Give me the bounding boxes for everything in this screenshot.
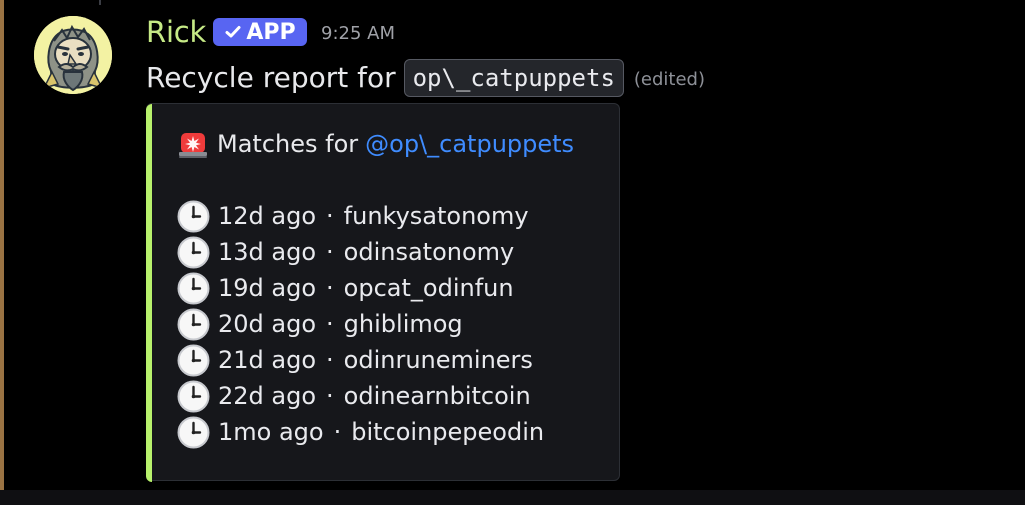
match-separator: · xyxy=(326,238,334,266)
match-separator: · xyxy=(326,202,334,230)
match-name: odinsatonomy xyxy=(343,238,515,266)
match-row: 21d ago · odinruneminers xyxy=(176,342,606,378)
match-row: 20d ago · ghiblimog xyxy=(176,306,606,342)
embed-title: Matches for @op\_catpuppets xyxy=(176,127,574,161)
clock-icon xyxy=(176,271,211,306)
left-rail xyxy=(0,0,4,490)
match-row: 13d ago · odinsatonomy xyxy=(176,234,606,270)
match-row: 19d ago · opcat_odinfun xyxy=(176,270,606,306)
embed-accent-bar xyxy=(146,104,152,482)
clock-icon xyxy=(176,379,211,414)
user-mention[interactable]: @op\_catpuppets xyxy=(365,127,574,161)
match-separator: · xyxy=(333,418,342,446)
username[interactable]: Rick xyxy=(146,13,206,51)
match-age: 13d ago xyxy=(218,238,317,266)
match-separator: · xyxy=(326,310,334,338)
user-avatar[interactable] xyxy=(34,16,112,94)
match-age: 21d ago xyxy=(218,346,317,374)
match-name: opcat_odinfun xyxy=(343,274,514,302)
clock-icon xyxy=(176,415,211,450)
clock-icon xyxy=(176,307,211,342)
bottom-strip xyxy=(0,490,1025,505)
inline-code: op\_catpuppets xyxy=(403,59,624,97)
message-content: Recycle report for op\_catpuppets (edite… xyxy=(146,58,705,98)
message-text: Recycle report for xyxy=(146,61,396,94)
match-age: 22d ago xyxy=(218,382,317,410)
match-row: 1mo ago · bitcoinpepeodin xyxy=(176,414,606,450)
match-row: 22d ago · odinearnbitcoin xyxy=(176,378,606,414)
match-separator: · xyxy=(326,382,334,410)
siren-icon xyxy=(176,127,210,161)
embed-title-text: Matches for xyxy=(217,130,359,158)
match-list: 12d ago · funkysatonomy 13d ago · odinsa… xyxy=(176,198,606,450)
match-name: odinruneminers xyxy=(343,346,533,374)
wizard-avatar-icon xyxy=(34,16,112,94)
match-age: 19d ago xyxy=(218,274,317,302)
edited-label: (edited) xyxy=(633,69,706,90)
check-icon xyxy=(224,23,242,41)
clock-icon xyxy=(176,235,211,270)
match-name: ghiblimog xyxy=(343,310,463,338)
clock-icon xyxy=(176,199,211,234)
match-age: 20d ago xyxy=(218,310,317,338)
match-separator: · xyxy=(326,346,334,374)
message-timestamp[interactable]: 9:25 AM xyxy=(321,22,395,46)
match-row: 12d ago · funkysatonomy xyxy=(176,198,606,234)
match-name: odinearnbitcoin xyxy=(343,382,531,410)
match-separator: · xyxy=(326,274,334,302)
message-divider-tick xyxy=(99,0,101,5)
report-embed: Matches for @op\_catpuppets 12d ago · fu… xyxy=(146,103,620,482)
clock-icon xyxy=(176,343,211,378)
match-age: 12d ago xyxy=(218,202,317,230)
app-badge-label: APP xyxy=(246,19,296,45)
match-name: funkysatonomy xyxy=(343,202,529,230)
match-name: bitcoinpepeodin xyxy=(351,418,545,446)
app-badge: APP xyxy=(213,18,307,46)
match-age: 1mo ago xyxy=(218,418,324,446)
